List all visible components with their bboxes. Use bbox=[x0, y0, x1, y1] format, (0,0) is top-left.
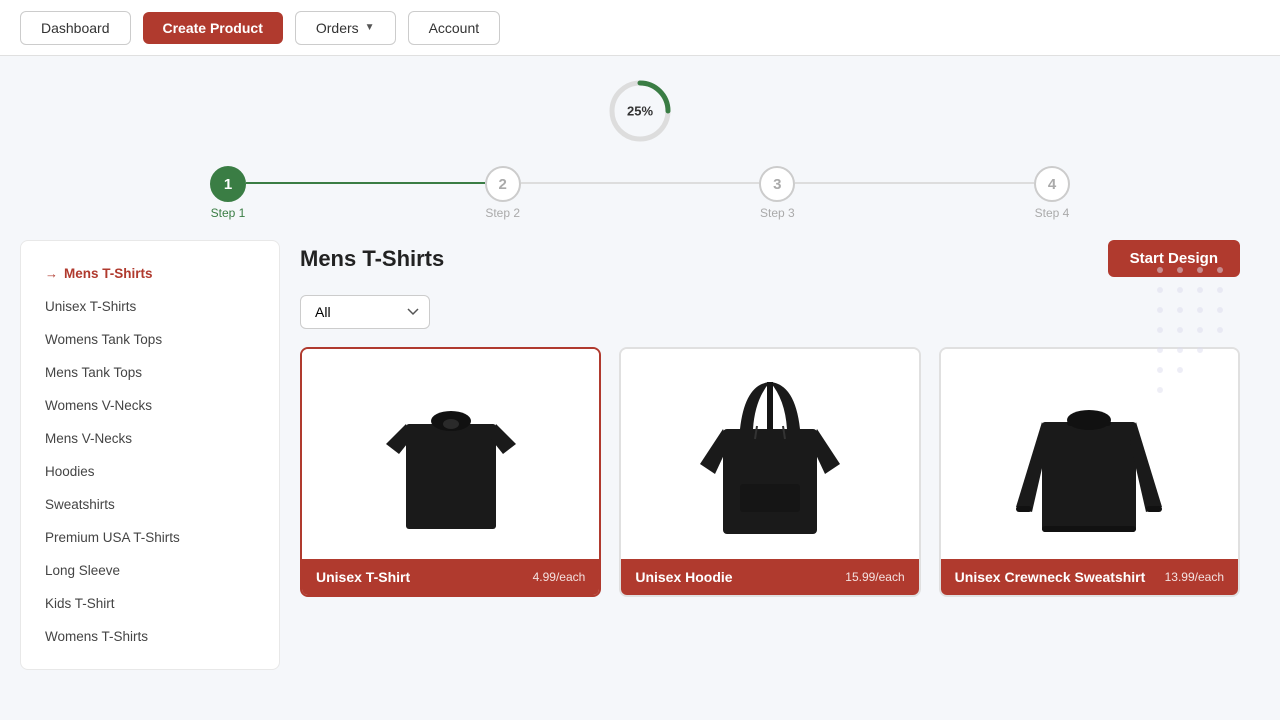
sidebar-item-kids-tshirt[interactable]: Kids T-Shirt bbox=[21, 587, 279, 620]
step-2-circle: 2 bbox=[485, 166, 521, 202]
product-price-1: 15.99/each bbox=[845, 570, 904, 584]
main-content: → Mens T-Shirts Unisex T-Shirts Womens T… bbox=[0, 240, 1280, 670]
step-4-label: Step 4 bbox=[1035, 206, 1070, 220]
sidebar-item-label-3: Mens Tank Tops bbox=[45, 365, 142, 380]
steps-inner: 1 Step 1 2 Step 2 3 Step 3 4 Step 4 bbox=[210, 166, 1070, 220]
step-3-number: 3 bbox=[773, 176, 781, 193]
product-card-0[interactable]: Unisex T-Shirt 4.99/each bbox=[300, 347, 601, 597]
sidebar-item-label-9: Long Sleeve bbox=[45, 563, 120, 578]
sidebar-item-womens-v-necks[interactable]: Womens V-Necks bbox=[21, 389, 279, 422]
orders-button[interactable]: Orders ▼ bbox=[295, 11, 396, 45]
step-4-number: 4 bbox=[1048, 176, 1056, 193]
sidebar-item-label-4: Womens V-Necks bbox=[45, 398, 152, 413]
sidebar-item-mens-tank-tops[interactable]: Mens Tank Tops bbox=[21, 356, 279, 389]
sidebar-item-label-0: Mens T-Shirts bbox=[64, 266, 153, 281]
sidebar-item-mens-tshirts[interactable]: → Mens T-Shirts bbox=[21, 257, 279, 290]
crewneck-svg bbox=[1014, 367, 1164, 542]
step-1-number: 1 bbox=[224, 176, 232, 193]
product-price-0: 4.99/each bbox=[533, 570, 586, 584]
filter-row: All Men Women Unisex bbox=[300, 295, 1240, 329]
step-3-label: Step 3 bbox=[760, 206, 795, 220]
orders-chevron-icon: ▼ bbox=[365, 22, 375, 33]
progress-label: 25% bbox=[627, 104, 653, 119]
sidebar-item-womens-tshirts[interactable]: Womens T-Shirts bbox=[21, 620, 279, 653]
header: Dashboard Create Product Orders ▼ Accoun… bbox=[0, 0, 1280, 56]
product-image-0 bbox=[302, 349, 599, 559]
step-2-label: Step 2 bbox=[485, 206, 520, 220]
product-card-1[interactable]: Unisex Hoodie 15.99/each bbox=[619, 347, 920, 597]
sidebar-item-label-6: Hoodies bbox=[45, 464, 95, 479]
sidebar-item-label-5: Mens V-Necks bbox=[45, 431, 132, 446]
product-name-1: Unisex Hoodie bbox=[635, 569, 732, 585]
sidebar-item-unisex-tshirts[interactable]: Unisex T-Shirts bbox=[21, 290, 279, 323]
step-3-circle: 3 bbox=[759, 166, 795, 202]
hoodie-svg bbox=[695, 364, 845, 544]
product-grid: Unisex T-Shirt 4.99/each bbox=[300, 347, 1240, 597]
product-image-2 bbox=[941, 349, 1238, 559]
product-name-0: Unisex T-Shirt bbox=[316, 569, 410, 585]
step-1: 1 Step 1 bbox=[210, 166, 246, 220]
step-1-label: Step 1 bbox=[211, 206, 246, 220]
step-3: 3 Step 3 bbox=[759, 166, 795, 220]
sidebar-item-label-10: Kids T-Shirt bbox=[45, 596, 115, 611]
product-info-1: Unisex Hoodie 15.99/each bbox=[621, 559, 918, 595]
progress-ring: 25% bbox=[605, 76, 675, 146]
sidebar-item-label-7: Sweatshirts bbox=[45, 497, 115, 512]
product-price-2: 13.99/each bbox=[1165, 570, 1224, 584]
product-info-2: Unisex Crewneck Sweatshirt 13.99/each bbox=[941, 559, 1238, 595]
start-design-button[interactable]: Start Design bbox=[1108, 240, 1240, 277]
sidebar-item-mens-v-necks[interactable]: Mens V-Necks bbox=[21, 422, 279, 455]
sidebar-arrow-icon: → bbox=[45, 266, 58, 281]
sidebar-item-label-11: Womens T-Shirts bbox=[45, 629, 148, 644]
orders-label: Orders bbox=[316, 20, 359, 36]
product-image-1 bbox=[621, 349, 918, 559]
sidebar-item-womens-tank-tops[interactable]: Womens Tank Tops bbox=[21, 323, 279, 356]
step-2: 2 Step 2 bbox=[485, 166, 521, 220]
product-card-2[interactable]: Unisex Crewneck Sweatshirt 13.99/each bbox=[939, 347, 1240, 597]
progress-section: 25% bbox=[0, 56, 1280, 156]
step-4-circle: 4 bbox=[1034, 166, 1070, 202]
step-1-circle: 1 bbox=[210, 166, 246, 202]
sidebar-item-premium-usa-tshirts[interactable]: Premium USA T-Shirts bbox=[21, 521, 279, 554]
steps-section: 1 Step 1 2 Step 2 3 Step 3 4 Step 4 bbox=[0, 156, 1280, 240]
dashboard-button[interactable]: Dashboard bbox=[20, 11, 131, 45]
tshirt-svg bbox=[381, 369, 521, 539]
sidebar-item-sweatshirts[interactable]: Sweatshirts bbox=[21, 488, 279, 521]
sidebar-item-long-sleeve[interactable]: Long Sleeve bbox=[21, 554, 279, 587]
step-line-3-4 bbox=[795, 182, 1034, 184]
product-header: Mens T-Shirts Start Design bbox=[300, 240, 1240, 277]
step-line-2-3 bbox=[521, 182, 760, 184]
product-title: Mens T-Shirts bbox=[300, 246, 444, 272]
step-2-number: 2 bbox=[499, 176, 507, 193]
step-line-1-2 bbox=[246, 182, 485, 184]
product-area: Mens T-Shirts Start Design All Men Women… bbox=[280, 240, 1260, 670]
sidebar-item-label-1: Unisex T-Shirts bbox=[45, 299, 136, 314]
product-info-0: Unisex T-Shirt 4.99/each bbox=[302, 559, 599, 595]
filter-select[interactable]: All Men Women Unisex bbox=[300, 295, 430, 329]
sidebar-item-label-8: Premium USA T-Shirts bbox=[45, 530, 180, 545]
sidebar-item-label-2: Womens Tank Tops bbox=[45, 332, 162, 347]
account-button[interactable]: Account bbox=[408, 11, 501, 45]
step-4: 4 Step 4 bbox=[1034, 166, 1070, 220]
sidebar-item-hoodies[interactable]: Hoodies bbox=[21, 455, 279, 488]
create-product-button[interactable]: Create Product bbox=[143, 12, 283, 44]
sidebar: → Mens T-Shirts Unisex T-Shirts Womens T… bbox=[20, 240, 280, 670]
product-name-2: Unisex Crewneck Sweatshirt bbox=[955, 569, 1146, 585]
